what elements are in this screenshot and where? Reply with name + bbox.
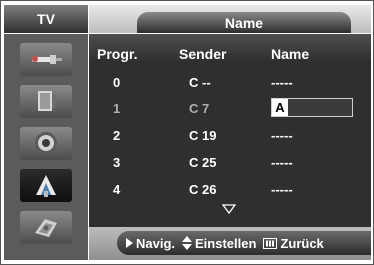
hint-einstellen[interactable]: Einstellen xyxy=(182,236,256,251)
hint-zuruck[interactable]: Zurück xyxy=(263,235,324,251)
sidebar-item-picture[interactable] xyxy=(4,82,88,120)
row-sender: C 19 xyxy=(189,128,217,143)
menu-category-label: TV xyxy=(4,5,88,33)
footer-bar: Navig. Einstellen Zurück xyxy=(89,227,371,260)
sidebar xyxy=(4,34,88,260)
name-edit-cursor-char: A xyxy=(272,99,288,116)
page-title: Name xyxy=(137,12,351,33)
hint-zuruck-label: Zurück xyxy=(280,235,324,251)
channel-name-panel: Progr. Sender Name 0 C -- ----- 1 C 7 A … xyxy=(89,34,371,227)
name-edit-field[interactable]: A xyxy=(271,98,353,117)
sidebar-item-sound[interactable] xyxy=(4,124,88,162)
sidebar-item-input[interactable] xyxy=(4,40,88,78)
row-name[interactable]: ----- xyxy=(271,155,293,170)
sidebar-item-setup[interactable] xyxy=(4,208,88,246)
column-header-name: Name xyxy=(271,46,310,62)
picture-icon xyxy=(38,91,55,111)
row-sender: C 26 xyxy=(189,182,217,197)
hint-navig-label: Navig. xyxy=(136,235,176,251)
antenna-plug-icon xyxy=(32,55,62,64)
satellite-dish-icon xyxy=(36,175,56,197)
up-down-arrows-icon xyxy=(182,236,193,250)
row-sender: C -- xyxy=(189,75,211,90)
setup-icon xyxy=(35,219,57,237)
right-arrow-icon xyxy=(126,238,133,248)
scroll-down-icon[interactable] xyxy=(222,204,236,214)
row-sender: C 25 xyxy=(189,155,217,170)
tv-menu-window: TV Name Progr. Sender Name 0 C -- ----- … xyxy=(0,0,374,265)
hint-einstellen-label: Einstellen xyxy=(195,235,257,251)
row-name[interactable]: ----- xyxy=(271,128,293,143)
row-name[interactable]: ----- xyxy=(271,75,293,90)
speaker-icon xyxy=(35,132,57,154)
hint-navig[interactable]: Navig. xyxy=(125,236,175,251)
row-name[interactable]: ----- xyxy=(271,182,293,197)
menu-button-icon xyxy=(263,237,278,249)
column-header-sender: Sender xyxy=(179,46,227,62)
row-progr: 3 xyxy=(113,155,121,170)
row-progr: 4 xyxy=(113,182,121,197)
row-progr: 1 xyxy=(113,101,121,116)
column-header-progr: Progr. xyxy=(97,46,138,62)
row-sender: C 7 xyxy=(189,101,210,116)
sidebar-item-channel[interactable] xyxy=(4,166,88,204)
row-progr: 0 xyxy=(113,75,121,90)
footer-hint-bar: Navig. Einstellen Zurück xyxy=(117,231,371,255)
row-progr: 2 xyxy=(113,128,121,143)
